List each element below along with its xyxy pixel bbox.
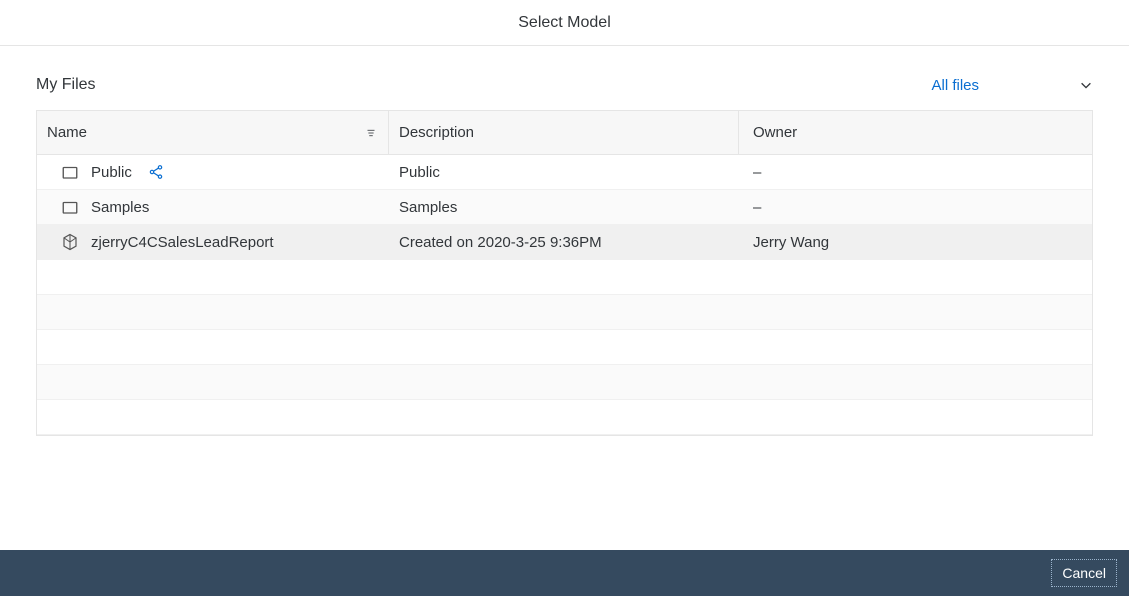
row-description-cell: Samples — [389, 199, 739, 216]
cancel-button[interactable]: Cancel — [1051, 559, 1117, 587]
row-owner-cell: Jerry Wang — [739, 234, 1092, 251]
row-owner: Jerry Wang — [753, 234, 829, 251]
table-body: Public Public – — [37, 155, 1092, 435]
table-row[interactable]: Samples Samples – — [37, 190, 1092, 225]
breadcrumb-row: My Files All files — [0, 76, 1129, 110]
filter-label: All files — [931, 77, 979, 94]
table-row-empty — [37, 260, 1092, 295]
filter-dropdown[interactable]: All files — [931, 77, 1093, 94]
row-description: Samples — [399, 199, 457, 216]
folder-icon — [61, 198, 79, 216]
dialog-footer: Cancel — [0, 550, 1129, 596]
column-label: Description — [399, 124, 474, 141]
breadcrumb[interactable]: My Files — [36, 76, 96, 94]
model-icon — [61, 233, 79, 251]
table-row-empty — [37, 295, 1092, 330]
dialog-title: Select Model — [518, 14, 611, 32]
file-table: Name Description Owner — [36, 110, 1093, 436]
share-icon — [148, 164, 164, 180]
column-header-description[interactable]: Description — [389, 111, 739, 154]
column-header-name[interactable]: Name — [37, 111, 389, 154]
table-row-empty — [37, 365, 1092, 400]
table-header: Name Description Owner — [37, 111, 1092, 155]
dialog-header: Select Model — [0, 0, 1129, 46]
row-name-cell: zjerryC4CSalesLeadReport — [85, 234, 389, 251]
column-header-owner[interactable]: Owner — [739, 111, 1092, 154]
row-description-cell: Public — [389, 164, 739, 181]
row-icon-cell — [37, 233, 85, 251]
row-name-cell: Samples — [85, 199, 389, 216]
row-name: zjerryC4CSalesLeadReport — [91, 234, 274, 251]
row-description-cell: Created on 2020-3-25 9:36PM — [389, 234, 739, 251]
table-row-empty — [37, 330, 1092, 365]
folder-icon — [61, 163, 79, 181]
dialog-content: My Files All files Name Description — [0, 46, 1129, 550]
table-row[interactable]: zjerryC4CSalesLeadReport Created on 2020… — [37, 225, 1092, 260]
row-icon-cell — [37, 198, 85, 216]
table-row-empty — [37, 400, 1092, 435]
row-name: Public — [91, 164, 132, 181]
breadcrumb-label: My Files — [36, 76, 96, 93]
column-label: Name — [47, 124, 87, 141]
row-owner-cell: – — [739, 199, 1092, 216]
column-label: Owner — [753, 124, 797, 141]
row-owner: – — [753, 199, 761, 216]
row-description: Created on 2020-3-25 9:36PM — [399, 234, 602, 251]
row-icon-cell — [37, 163, 85, 181]
row-name: Samples — [91, 199, 149, 216]
chevron-down-icon — [1079, 78, 1093, 92]
row-name-cell: Public — [85, 164, 389, 181]
row-owner: – — [753, 164, 761, 181]
sort-ascending-icon — [364, 126, 378, 140]
table-row[interactable]: Public Public – — [37, 155, 1092, 190]
row-description: Public — [399, 164, 440, 181]
row-owner-cell: – — [739, 164, 1092, 181]
cancel-label: Cancel — [1062, 565, 1106, 581]
